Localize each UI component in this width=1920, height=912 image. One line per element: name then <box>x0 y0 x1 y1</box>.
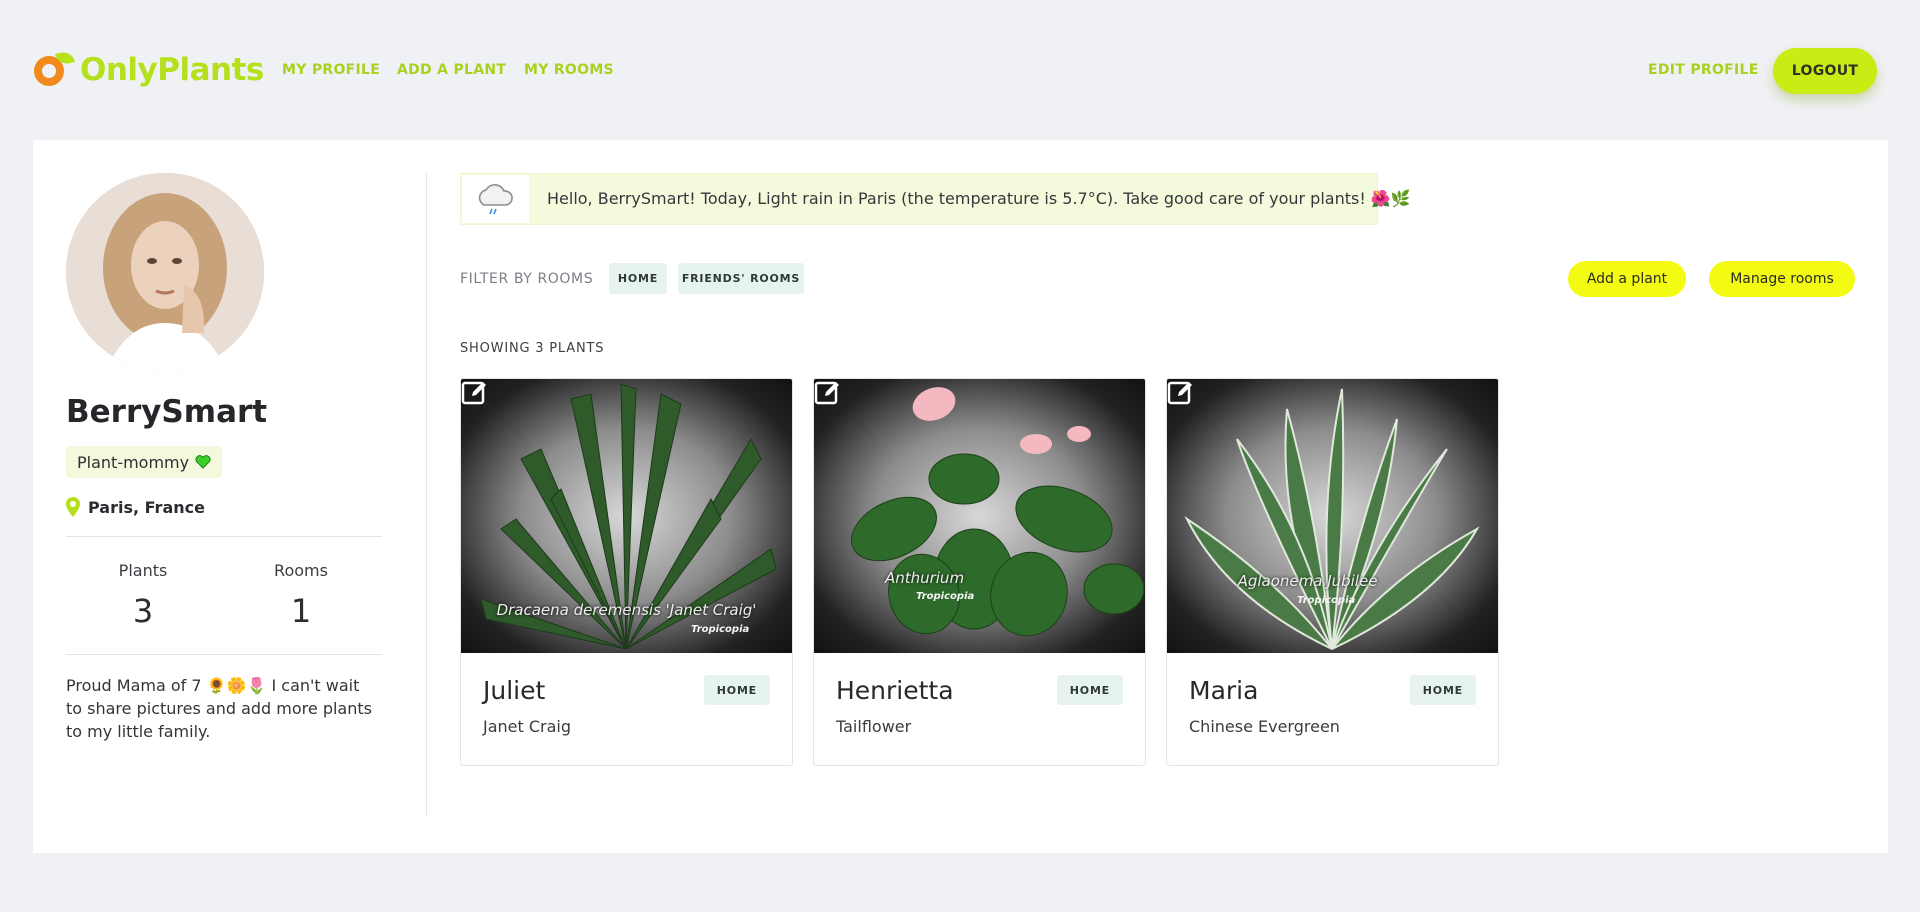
divider <box>66 536 382 537</box>
plant-photo: Dracaena deremensis 'Janet Craig' Tropic… <box>461 379 792 653</box>
avatar <box>66 173 264 371</box>
filter-chip-friends-rooms[interactable]: FRIENDS' ROOMS <box>678 263 804 294</box>
green-heart-icon <box>195 455 211 469</box>
logout-button[interactable]: LOGOUT <box>1773 48 1877 94</box>
nav-add-a-plant[interactable]: ADD A PLANT <box>397 62 506 78</box>
bio: Proud Mama of 7 🌻🌼🌷 I can't wait to shar… <box>66 676 372 741</box>
edit-icon[interactable] <box>1167 379 1195 407</box>
plant-species: Tailflower <box>836 717 912 736</box>
location-text: Paris, France <box>88 497 205 517</box>
photo-caption: Anthurium <box>884 569 965 587</box>
filter-chip-home[interactable]: HOME <box>609 263 667 294</box>
plants-stat-value: 3 <box>132 592 154 630</box>
vertical-divider <box>426 173 427 817</box>
nav-edit-profile[interactable]: EDIT PROFILE <box>1648 62 1759 78</box>
plant-name: Maria <box>1189 676 1259 705</box>
brand-name: OnlyPlants <box>80 52 264 88</box>
plant-room-badge: HOME <box>1409 675 1476 705</box>
plants-stat-label: Plants <box>118 561 168 580</box>
rooms-stat-value: 1 <box>290 592 312 630</box>
filter-label: FILTER BY ROOMS <box>460 271 594 287</box>
plant-name: Henrietta <box>836 676 954 705</box>
role-label: Plant-mommy <box>77 452 190 472</box>
location: Paris, France <box>66 497 205 517</box>
edit-icon[interactable] <box>814 379 842 407</box>
photo-caption: Aglaonema Jubilee <box>1237 572 1378 590</box>
nav-my-rooms[interactable]: MY ROOMS <box>524 62 614 78</box>
plant-photo: Aglaonema Jubilee Tropicopia <box>1167 379 1498 653</box>
plant-card[interactable]: Anthurium Tropicopia Henrietta HOME Tail… <box>813 378 1146 766</box>
logo-icon <box>32 50 76 90</box>
nav-my-profile[interactable]: MY PROFILE <box>282 62 380 78</box>
divider <box>66 654 382 655</box>
plant-card[interactable]: Aglaonema Jubilee Tropicopia Maria HOME … <box>1166 378 1499 766</box>
photo-caption: Dracaena deremensis 'Janet Craig' <box>496 601 757 619</box>
add-plant-button[interactable]: Add a plant <box>1568 261 1686 297</box>
plant-room-badge: HOME <box>703 675 770 705</box>
photo-watermark: Tropicopia <box>691 624 750 635</box>
profile-card: BerrySmart Plant-mommy Paris, France Pla… <box>33 140 1888 853</box>
brand-logo[interactable]: OnlyPlants <box>32 50 264 90</box>
plant-species: Janet Craig <box>483 717 572 736</box>
photo-watermark: Tropicopia <box>1297 595 1356 606</box>
photo-watermark: Tropicopia <box>916 591 975 602</box>
rooms-stat-label: Rooms <box>274 561 328 580</box>
weather-banner: Hello, BerrySmart! Today, Light rain in … <box>460 173 1411 225</box>
rain-cloud-icon <box>462 175 529 223</box>
manage-rooms-button[interactable]: Manage rooms <box>1709 261 1855 297</box>
weather-message: Hello, BerrySmart! Today, Light rain in … <box>547 189 1411 208</box>
plant-room-badge: HOME <box>1056 675 1123 705</box>
plant-photo: Anthurium Tropicopia <box>814 379 1145 653</box>
plant-name: Juliet <box>483 676 546 705</box>
top-navbar: OnlyPlants MY PROFILE ADD A PLANT MY ROO… <box>0 0 1920 142</box>
edit-icon[interactable] <box>461 379 489 407</box>
location-pin-icon <box>66 497 80 517</box>
plant-species: Chinese Evergreen <box>1189 717 1340 736</box>
role-badge: Plant-mommy <box>66 446 223 478</box>
username: BerrySmart <box>66 394 268 430</box>
plants-count: SHOWING 3 PLANTS <box>460 341 605 356</box>
plant-card[interactable]: Dracaena deremensis 'Janet Craig' Tropic… <box>460 378 793 766</box>
